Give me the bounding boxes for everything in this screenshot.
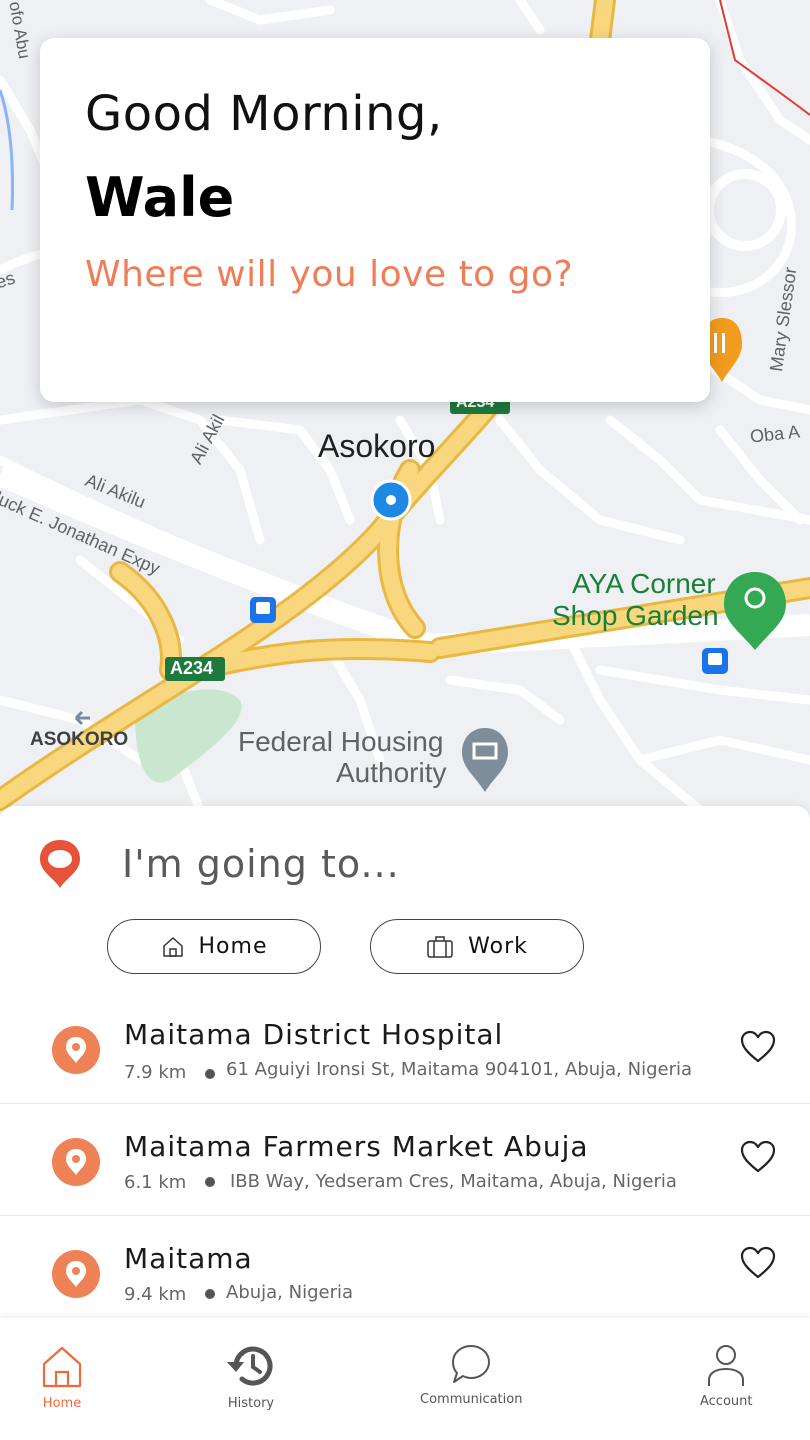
nav-communication[interactable]: Communication xyxy=(420,1342,522,1407)
map-label-federal-housing-2: Authority xyxy=(336,757,447,788)
place-name: Maitama Farmers Market Abuja xyxy=(124,1130,589,1163)
place-list-item[interactable]: Maitama Farmers Market Abuja 6.1 km IBB … xyxy=(0,1104,810,1216)
destination-search-field[interactable]: I'm going to... xyxy=(36,836,736,892)
nav-history-label: History xyxy=(227,1396,275,1411)
briefcase-icon xyxy=(427,935,453,958)
history-icon xyxy=(227,1346,273,1386)
favorite-heart-icon[interactable] xyxy=(740,1246,776,1280)
greeting-card: Good Morning, Wale Where will you love t… xyxy=(40,38,710,402)
nav-home[interactable]: Home xyxy=(38,1342,86,1411)
shortcut-home-button[interactable]: Home xyxy=(107,919,321,974)
place-name: Maitama District Hospital xyxy=(124,1018,504,1051)
favorite-heart-icon[interactable] xyxy=(740,1030,776,1064)
place-address: IBB Way, Yedseram Cres, Maitama, Abuja, … xyxy=(230,1171,677,1192)
greeting-text: Good Morning, xyxy=(85,86,443,142)
nav-communication-label: Communication xyxy=(420,1392,523,1407)
place-distance: 9.4 km xyxy=(124,1284,187,1305)
place-pin-icon xyxy=(52,1138,100,1186)
map-label-asokoro: Asokoro xyxy=(318,428,436,464)
separator-dot xyxy=(205,1177,215,1187)
shortcut-work-button[interactable]: Work xyxy=(370,919,584,974)
home-icon xyxy=(162,936,183,957)
place-list-item[interactable]: Maitama 9.4 km Abuja, Nigeria xyxy=(0,1216,810,1328)
separator-dot xyxy=(205,1289,215,1299)
map-label-road-a234: A234 xyxy=(170,658,214,678)
location-pin-icon xyxy=(40,840,80,888)
place-distance: 7.9 km xyxy=(124,1062,187,1083)
map-label-federal-housing-1: Federal Housing xyxy=(238,726,444,757)
nav-account[interactable]: Account xyxy=(700,1342,753,1409)
home-icon xyxy=(42,1346,82,1388)
place-address: 61 Aguiyi Ironsi St, Maitama 904101, Abu… xyxy=(226,1059,693,1080)
destination-prompt: Where will you love to go? xyxy=(85,254,574,295)
favorite-heart-icon[interactable] xyxy=(740,1140,776,1174)
user-name: Wale xyxy=(85,166,235,229)
map-label-aya-corner-2: Shop Garden xyxy=(552,600,719,631)
chat-bubble-icon xyxy=(452,1345,491,1383)
bottom-navigation: Home History Communication Account xyxy=(0,1318,810,1440)
nav-history[interactable]: History xyxy=(224,1342,278,1411)
separator-dot xyxy=(205,1069,215,1079)
shortcut-home-label: Home xyxy=(198,934,268,959)
place-pin-icon xyxy=(52,1250,100,1298)
nav-home-label: Home xyxy=(42,1396,82,1411)
map-view[interactable]: A234 A234 Asokoro ASOKORO Goodluck E. Jo… xyxy=(0,0,810,820)
nav-account-label: Account xyxy=(700,1394,753,1409)
bottom-sheet: I'm going to... Home Work Maitama Distri… xyxy=(0,806,810,1326)
map-label-asokoro-district: ASOKORO xyxy=(30,729,129,750)
place-list-item[interactable]: Maitama District Hospital 7.9 km 61 Agui… xyxy=(0,992,810,1104)
user-icon xyxy=(708,1345,745,1386)
shortcut-work-label: Work xyxy=(468,934,528,959)
search-placeholder: I'm going to... xyxy=(122,842,400,886)
place-pin-icon xyxy=(52,1026,100,1074)
place-address: Abuja, Nigeria xyxy=(226,1282,354,1303)
place-distance: 6.1 km xyxy=(124,1172,187,1193)
place-name: Maitama xyxy=(124,1242,253,1275)
map-label-aya-corner-1: AYA Corner xyxy=(572,568,716,599)
